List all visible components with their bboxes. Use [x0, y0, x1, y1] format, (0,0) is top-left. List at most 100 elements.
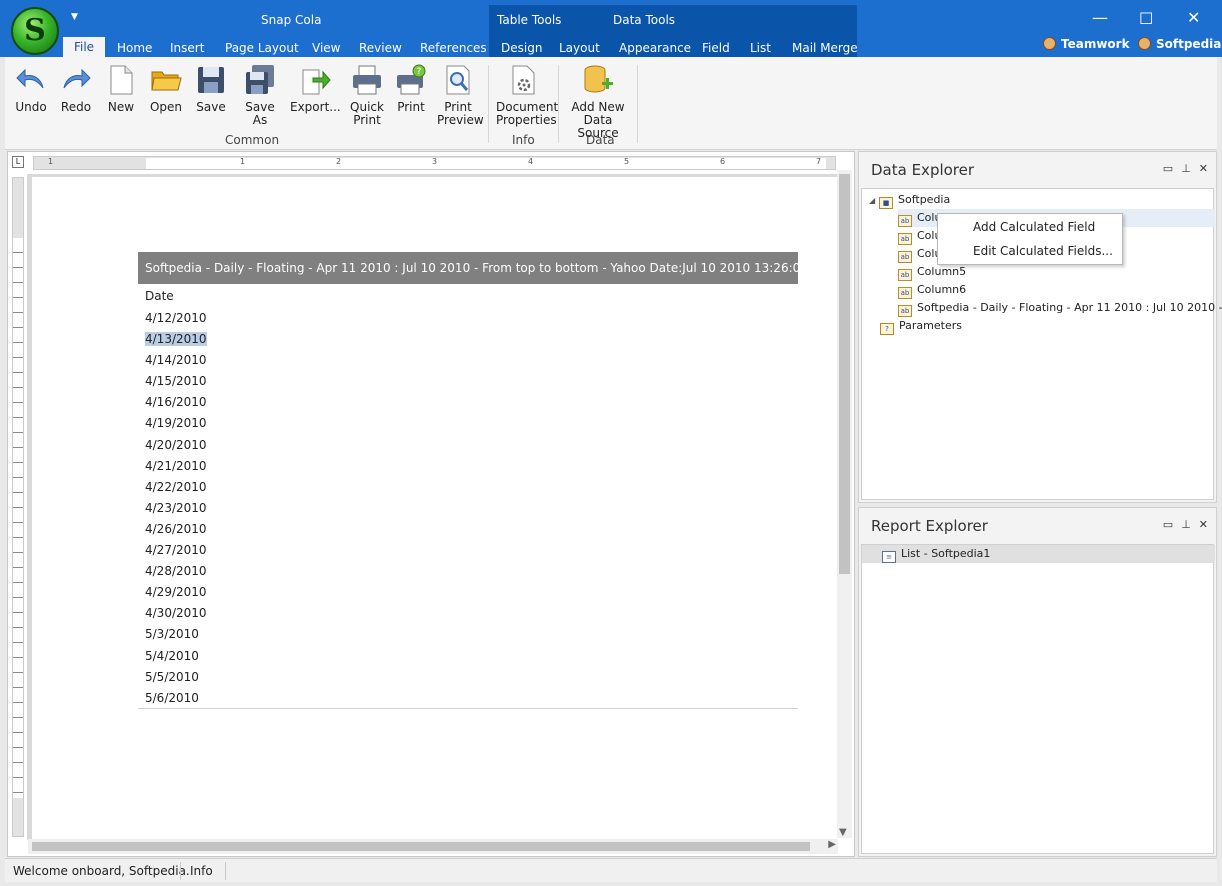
tab-stop-selector[interactable]: L: [12, 156, 24, 168]
date-cell[interactable]: 4/19/2010: [145, 413, 207, 434]
tab-list[interactable]: List: [750, 41, 771, 55]
tab-layout[interactable]: Layout: [559, 41, 600, 55]
save-icon: [195, 64, 227, 96]
save-label: Save: [196, 100, 226, 114]
add-calculated-field-menu-item[interactable]: Add Calculated Field: [973, 220, 1095, 234]
save-as-label: Save As: [245, 100, 275, 127]
redo-button[interactable]: Redo: [60, 64, 92, 114]
tab-references[interactable]: References: [420, 41, 487, 55]
pin-icon[interactable]: ⊥: [1181, 162, 1191, 175]
date-cell[interactable]: 4/13/2010: [145, 329, 207, 350]
date-cell[interactable]: 5/6/2010: [145, 688, 207, 709]
date-cell[interactable]: 4/12/2010: [145, 308, 207, 329]
tab-mail-merge[interactable]: Mail Merge: [792, 41, 858, 55]
app-window: S ▼ Snap Cola Table Tools Data Tools Fil…: [0, 0, 1222, 886]
ribbon-separator: [488, 65, 489, 143]
tab-view[interactable]: View: [312, 41, 340, 55]
parameters-icon: ?: [880, 323, 894, 335]
column-header-date[interactable]: Date: [145, 289, 174, 303]
tree-item-parameters[interactable]: ? Parameters: [880, 317, 962, 335]
close-button[interactable]: ✕: [1187, 8, 1200, 27]
tree-item-column[interactable]: ab Colu: [898, 245, 941, 263]
vertical-scrollbar[interactable]: ▼: [837, 170, 852, 838]
date-cell[interactable]: 4/28/2010: [145, 561, 207, 582]
tab-file[interactable]: File: [63, 37, 105, 57]
tree-item-list-softpedia1[interactable]: ≡ List - Softpedia1: [862, 545, 1215, 563]
tab-page-layout[interactable]: Page Layout: [225, 41, 299, 55]
info-group-label: Info: [512, 133, 535, 147]
date-cell[interactable]: 4/27/2010: [145, 540, 207, 561]
date-cell[interactable]: 5/5/2010: [145, 667, 207, 688]
tree-item-column6[interactable]: ab Column6: [898, 281, 966, 299]
user-account-button[interactable]: Softpedia: [1138, 37, 1221, 51]
teamwork-button[interactable]: Teamwork: [1043, 37, 1130, 51]
date-cell[interactable]: 4/26/2010: [145, 519, 207, 540]
minimize-button[interactable]: —: [1092, 8, 1108, 27]
save-button[interactable]: Save: [195, 64, 227, 114]
tree-root-softpedia[interactable]: ◢ ■ Softpedia: [869, 191, 950, 209]
horizontal-ruler[interactable]: 1 1 2 3 4 5 6 7: [33, 156, 836, 170]
date-cell[interactable]: 4/23/2010: [145, 498, 207, 519]
tree-item-column[interactable]: ab Colu: [898, 227, 941, 245]
document-properties-button[interactable]: Document Properties: [496, 64, 558, 127]
date-value: 4/28/2010: [145, 564, 207, 579]
scroll-right-icon[interactable]: ▶: [828, 839, 836, 850]
export-button[interactable]: Export...: [290, 64, 341, 114]
tab-review[interactable]: Review: [359, 41, 402, 55]
tree-label: Softpedia: [898, 193, 951, 206]
ruler-margin-area: [13, 238, 23, 798]
close-panel-icon[interactable]: ✕: [1199, 162, 1208, 175]
add-data-source-button[interactable]: Add New Data Source: [566, 64, 630, 140]
float-panel-icon[interactable]: ▭: [1163, 162, 1173, 175]
date-cell[interactable]: 4/16/2010: [145, 392, 207, 413]
report-header[interactable]: Softpedia - Daily - Floating - Apr 11 20…: [138, 252, 798, 284]
tree-item-softpedia-series[interactable]: ab Softpedia - Daily - Floating - Apr 11 …: [898, 299, 1222, 317]
pin-icon[interactable]: ⊥: [1181, 518, 1191, 531]
tree-label: Column6: [917, 283, 967, 296]
maximize-button[interactable]: ☐: [1139, 9, 1153, 28]
date-cell[interactable]: 4/20/2010: [145, 435, 207, 456]
collapse-arrow-icon[interactable]: ◢: [869, 192, 879, 210]
ribbon: Undo Redo New Open Save Save As Export..…: [5, 57, 1217, 150]
field-icon: ab: [898, 305, 912, 317]
panel-controls: ▭ ⊥ ✕: [1155, 162, 1208, 175]
date-cell[interactable]: 5/3/2010: [145, 624, 207, 645]
vertical-ruler[interactable]: [12, 177, 24, 837]
date-cell[interactable]: 5/4/2010: [145, 646, 207, 667]
scrollbar-thumb[interactable]: [32, 842, 810, 851]
quick-print-button[interactable]: Quick Print: [349, 64, 385, 127]
date-cell[interactable]: 4/29/2010: [145, 582, 207, 603]
tab-design[interactable]: Design: [501, 41, 542, 55]
horizontal-scrollbar[interactable]: ▶: [28, 839, 838, 854]
tab-appearance[interactable]: Appearance: [619, 41, 691, 55]
print-button[interactable]: ? Print: [395, 64, 427, 114]
tree-item-column5[interactable]: ab Column5: [898, 263, 966, 281]
save-as-button[interactable]: Save As: [237, 64, 283, 127]
document-page[interactable]: Softpedia - Daily - Floating - Apr 11 20…: [32, 177, 838, 842]
quick-access-dropdown-icon[interactable]: ▼: [71, 12, 78, 22]
report-explorer-tree: ≡ List - Softpedia1: [861, 544, 1215, 854]
float-panel-icon[interactable]: ▭: [1163, 518, 1173, 531]
date-cell[interactable]: 4/15/2010: [145, 371, 207, 392]
status-bar: Welcome onboard, Softpedia. Info: [5, 858, 1217, 882]
print-preview-button[interactable]: Print Preview: [437, 64, 484, 127]
tab-home[interactable]: Home: [117, 41, 152, 55]
open-button[interactable]: Open: [149, 64, 183, 114]
app-logo-button[interactable]: S: [11, 7, 59, 55]
status-info[interactable]: Info: [190, 864, 213, 878]
date-cell[interactable]: 4/21/2010: [145, 456, 207, 477]
scroll-down-icon[interactable]: ▼: [839, 827, 847, 838]
tab-insert[interactable]: Insert: [170, 41, 204, 55]
date-cell[interactable]: 4/22/2010: [145, 477, 207, 498]
ruler-number: 4: [528, 157, 534, 166]
scrollbar-thumb[interactable]: [839, 174, 850, 574]
date-value: 5/3/2010: [145, 627, 199, 642]
status-separator: [180, 862, 181, 880]
undo-button[interactable]: Undo: [15, 64, 47, 114]
date-cell[interactable]: 4/14/2010: [145, 350, 207, 371]
tab-field[interactable]: Field: [702, 41, 730, 55]
new-button[interactable]: New: [105, 64, 137, 114]
close-panel-icon[interactable]: ✕: [1199, 518, 1208, 531]
edit-calculated-fields-menu-item[interactable]: Edit Calculated Fields...: [973, 244, 1113, 258]
date-cell[interactable]: 4/30/2010: [145, 603, 207, 624]
